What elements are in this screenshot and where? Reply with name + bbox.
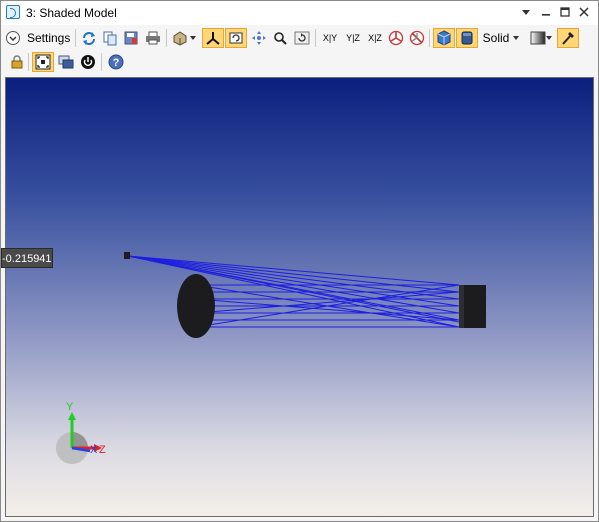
view-xz-button[interactable]: X|Z — [364, 28, 386, 48]
maximize-icon — [560, 7, 570, 17]
magnifier-icon — [274, 32, 287, 45]
power-refresh-icon — [81, 55, 95, 69]
help-icon: ? — [108, 54, 124, 70]
print-button[interactable] — [143, 28, 163, 48]
chevron-down-circle-icon — [6, 31, 20, 45]
dropdown-arrow-icon — [546, 36, 552, 40]
toolbar-separator — [75, 29, 76, 47]
3d-viewport[interactable]: Y X Z — [5, 77, 594, 517]
shaded-model-window: 3: Shaded Model Settings X|Y Y|Z X|Z Sol… — [0, 0, 599, 522]
toolbar-separator — [315, 29, 316, 47]
minimize-button[interactable] — [537, 4, 555, 22]
copy-button[interactable] — [100, 28, 120, 48]
save-icon — [124, 31, 138, 45]
window-menu-button[interactable] — [517, 4, 535, 22]
lock-icon — [11, 55, 23, 69]
windows-icon — [58, 55, 74, 69]
view-orientation-dropdown[interactable] — [171, 28, 197, 48]
background-gradient-dropdown[interactable] — [527, 28, 555, 48]
toolbar-row-2: ? — [1, 50, 598, 74]
rotate-icon — [229, 32, 243, 44]
mirror-component — [177, 274, 215, 338]
reset-view-button[interactable] — [292, 28, 312, 48]
copy-icon — [103, 31, 117, 46]
title-bar: 3: Shaded Model — [1, 1, 598, 25]
ray-bundle — [127, 255, 460, 328]
save-button[interactable] — [121, 28, 141, 48]
print-icon — [146, 31, 160, 45]
explode-view-button[interactable] — [386, 28, 406, 48]
source-object — [124, 252, 130, 259]
pan-button[interactable] — [249, 28, 269, 48]
render-mode-dropdown[interactable]: Solid — [481, 28, 523, 48]
axis-triad-toggle[interactable] — [202, 28, 224, 48]
render-mode-value: Solid — [482, 31, 510, 45]
cube-icon — [437, 30, 451, 46]
shaded-toggle[interactable] — [433, 28, 455, 48]
pan-arrows-icon — [252, 31, 266, 45]
app-icon — [6, 5, 20, 19]
auto-update-button[interactable] — [78, 52, 98, 72]
axis-z-label: Z — [99, 444, 106, 456]
wand-icon — [562, 32, 574, 45]
transparency-toggle[interactable] — [456, 28, 478, 48]
coordinate-readout: -0.215941( — [1, 248, 53, 268]
toolbar-separator — [101, 53, 102, 71]
dropdown-arrow-icon — [513, 36, 520, 40]
maximize-button[interactable] — [556, 4, 574, 22]
toolbar-separator — [429, 29, 430, 47]
settings-button[interactable]: Settings — [5, 28, 73, 48]
cylinder-icon — [461, 31, 473, 45]
gradient-icon — [530, 31, 546, 45]
window-title: 3: Shaded Model — [26, 6, 117, 20]
reset-view-icon — [294, 31, 310, 45]
zoom-button[interactable] — [270, 28, 290, 48]
no-propeller-icon — [409, 30, 425, 46]
refresh-button[interactable] — [79, 28, 99, 48]
help-button[interactable]: ? — [106, 52, 126, 72]
view-xy-button[interactable]: X|Y — [319, 28, 341, 48]
axis-y-label: Y — [66, 401, 74, 413]
fit-view-icon — [35, 54, 51, 70]
window-layout-button[interactable] — [56, 52, 76, 72]
clear-explode-button[interactable] — [407, 28, 427, 48]
dropdown-arrow-icon — [190, 36, 196, 40]
svg-text:?: ? — [113, 57, 120, 69]
view-orientation-icon — [173, 31, 187, 46]
toolbar-separator — [166, 29, 167, 47]
propeller-icon — [388, 30, 404, 46]
lock-button[interactable] — [7, 52, 27, 72]
toolbar-separator — [28, 53, 29, 71]
optical-model-render: Y X Z — [56, 252, 486, 464]
fit-view-toggle[interactable] — [32, 52, 54, 72]
axis-x-label: X — [90, 444, 98, 456]
dropdown-arrow-icon — [522, 10, 530, 15]
axis-triad: Y X Z — [56, 401, 106, 464]
view-yz-button[interactable]: Y|Z — [342, 28, 364, 48]
settings-tool-toggle[interactable] — [557, 28, 579, 48]
close-icon — [579, 7, 589, 17]
rotate-mode-toggle[interactable] — [225, 28, 247, 48]
minimize-icon — [542, 14, 550, 16]
close-button[interactable] — [575, 4, 593, 22]
settings-label: Settings — [27, 31, 71, 45]
toolbar-row-1: Settings X|Y Y|Z X|Z Solid — [1, 26, 598, 50]
refresh-icon — [83, 32, 95, 45]
axis-triad-icon — [206, 32, 220, 45]
